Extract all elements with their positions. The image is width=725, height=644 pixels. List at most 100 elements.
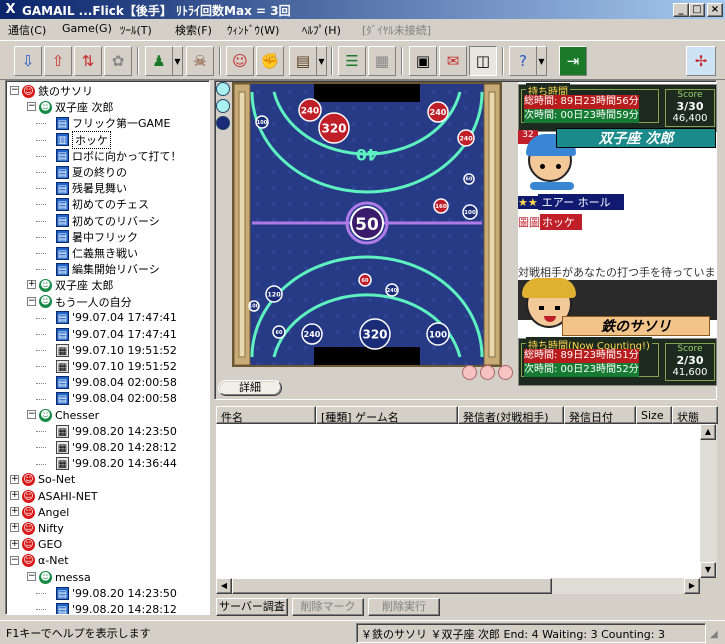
tree-item-game[interactable]: ▤ 仁義無き戦い [56, 245, 138, 261]
collapse-icon[interactable]: − [27, 572, 36, 581]
delete-exec-button[interactable]: 削除実行 [368, 598, 440, 616]
game-table-dropdown[interactable]: ▼ [173, 46, 183, 76]
puzzle-button[interactable]: ✿ [104, 46, 132, 76]
tree-item-game[interactable]: ▤ 初めてのリバーシ [56, 213, 160, 229]
puck[interactable]: 240 [385, 283, 399, 297]
scroll-left-button[interactable]: ◀ [216, 578, 232, 594]
puck[interactable]: 60 [358, 273, 372, 287]
tree-item-game[interactable]: ▦ '99.08.20 14:23:50 [56, 423, 177, 439]
send-receive-button[interactable]: ⇅ [74, 46, 102, 76]
tree-item-game[interactable]: ▦ '99.07.10 19:51:52 [56, 358, 177, 374]
collapse-icon[interactable]: − [27, 296, 36, 306]
title-bar[interactable]: X GAMAIL ...Flick【後手】 ﾘﾄﾗｲ回数Max = 3回 _ □… [0, 0, 725, 19]
puck[interactable]: 100 [255, 115, 269, 129]
book-dropdown[interactable]: ▼ [317, 46, 327, 76]
help-button[interactable]: ? [509, 46, 537, 76]
tree-item-user[interactable]: ☺ Nifty [22, 520, 64, 536]
expand-icon[interactable]: + [10, 539, 19, 549]
fist-button[interactable]: ✊ [256, 46, 284, 76]
scroll-down-button[interactable]: ▼ [700, 562, 716, 578]
tree-item-game[interactable]: ▤ '99.07.04 17:47:41 [56, 310, 177, 326]
tree-item-user[interactable]: ☺ α-Net [22, 553, 69, 569]
message-list[interactable] [216, 424, 700, 578]
expand-icon[interactable]: + [27, 280, 36, 290]
collapse-icon[interactable]: − [27, 410, 36, 419]
tree-item-game[interactable]: ▤ 暑中フリック [56, 229, 138, 245]
tree-item-opponent[interactable]: ☻ もう一人の自分 [39, 294, 132, 310]
puck[interactable]: 320 [359, 318, 391, 350]
tree-item-game[interactable]: ▦ '99.08.20 14:28:12 [56, 439, 177, 455]
puck[interactable]: 100 [426, 322, 450, 346]
tree-item-user[interactable]: ☺ ASAHI-NET [22, 488, 98, 504]
menu-search[interactable]: 検索(F) [175, 22, 212, 38]
send-mail-button[interactable]: ⇧ [44, 46, 72, 76]
expand-icon[interactable]: + [10, 523, 19, 533]
puck[interactable]: 100 [248, 300, 260, 312]
tree-item-game[interactable]: ▤ フリック第一GAME [56, 115, 171, 131]
col-size[interactable]: Size [636, 406, 672, 424]
col-date[interactable]: 発信日付 [564, 406, 636, 424]
tree-item-game[interactable]: ▤ 残暑見舞い [56, 180, 127, 196]
tree-item-game[interactable]: ▤ 夏の終りの [56, 164, 127, 180]
col-subject[interactable]: 件名 [216, 406, 316, 424]
puck[interactable]: 240 [457, 129, 475, 147]
resign-button[interactable]: ☠ [186, 46, 214, 76]
tree-item-game[interactable]: ▤ '99.08.04 02:00:58 [56, 375, 177, 391]
tree-item-game[interactable]: ▤ '99.08.20 14:28:12 [56, 601, 177, 614]
chat-button[interactable]: ✉ [439, 46, 467, 76]
puck[interactable]: 160 [433, 198, 449, 214]
expand-icon[interactable]: + [10, 474, 19, 484]
menu-game[interactable]: Game(G) [62, 22, 112, 35]
tree-item-game[interactable]: ▤ '99.07.04 17:47:41 [56, 326, 177, 342]
close-button[interactable]: × [707, 3, 723, 17]
puck[interactable]: 240 [427, 101, 449, 123]
tree-item-user[interactable]: ☺ Angel [22, 504, 69, 520]
tree-item-game[interactable]: ▤ '99.08.20 14:23:50 [56, 585, 177, 601]
exit-button[interactable]: ⇥ [559, 46, 587, 76]
collapse-icon[interactable]: − [10, 86, 19, 95]
collapse-icon[interactable]: − [10, 555, 19, 565]
col-sender[interactable]: 発信者(対戦相手) [458, 406, 564, 424]
menu-help[interactable]: ﾍﾙﾌﾟ(H) [302, 22, 341, 38]
puck[interactable]: 100 [462, 204, 478, 220]
tree-item-game[interactable]: ▤ 編集開始リバーシ [56, 261, 160, 277]
grid-button[interactable]: ▦ [368, 46, 396, 76]
tile-button[interactable]: ◫ [469, 46, 497, 76]
puck[interactable]: 240 [301, 323, 323, 345]
server-check-button[interactable]: サーバー調査 [216, 598, 288, 616]
tree-item-opponent[interactable]: ☻ messa [39, 569, 91, 585]
tree-item-opponent[interactable]: ☻ Chesser [39, 407, 99, 423]
tree-item-opponent[interactable]: ☻ 双子座 太郎 [39, 277, 114, 293]
tree-item-user[interactable]: ☺ So-Net [22, 472, 75, 488]
delete-mark-button[interactable]: 削除マーク [292, 598, 364, 616]
detail-button[interactable]: 詳細 [218, 380, 282, 396]
horizontal-scrollbar[interactable]: ◀ ▶ [216, 578, 700, 594]
scroll-thumb[interactable] [232, 578, 552, 594]
menu-tools[interactable]: ﾂｰﾙ(T) [120, 22, 152, 38]
puck[interactable]: 60 [272, 325, 286, 339]
tree-item-game[interactable]: ▤ 初めてのチェス [56, 196, 149, 212]
menu-connect[interactable]: 通信(C) [8, 22, 46, 38]
menu-window[interactable]: ｳｨﾝﾄﾞｳ(W) [227, 22, 279, 38]
expand-icon[interactable]: + [10, 507, 19, 517]
tree-item-game[interactable]: ▦ '99.08.20 14:36:44 [56, 456, 177, 472]
maximize-button[interactable]: □ [689, 3, 705, 17]
logo-button[interactable]: ✢ [686, 46, 716, 76]
player-tree[interactable]: − ☺ 鉄のサソリ − ☻ 双子座 次郎 ▤ フリック第一GAME ▥ ホッケ ▤ ロボに向かって打て… [5, 80, 210, 615]
list-button[interactable]: ☰ [338, 46, 366, 76]
collapse-icon[interactable]: − [27, 102, 36, 112]
tree-item-game[interactable]: ▤ ロボに向かって打て！ [56, 148, 181, 164]
puck[interactable]: 60 [463, 173, 475, 185]
hockey-board[interactable]: 40 50 240 320 100 240 240 160 60 100 60 120 60 240 3… [232, 82, 502, 367]
players-button[interactable]: ☺ [226, 46, 254, 76]
book-button[interactable]: ▤ [289, 46, 317, 76]
tree-item-user[interactable]: ☺ GEO [22, 537, 62, 553]
scroll-right-button[interactable]: ▶ [684, 578, 700, 594]
tree-item-game[interactable]: ▤ '99.08.04 02:00:58 [56, 391, 177, 407]
vertical-scrollbar[interactable]: ▲ ▼ [700, 424, 717, 578]
scroll-up-button[interactable]: ▲ [700, 424, 716, 440]
help-dropdown[interactable]: ▼ [537, 46, 547, 76]
puck[interactable]: 240 [298, 98, 322, 122]
puck[interactable]: 120 [265, 285, 283, 303]
puck[interactable]: 320 [318, 112, 350, 144]
